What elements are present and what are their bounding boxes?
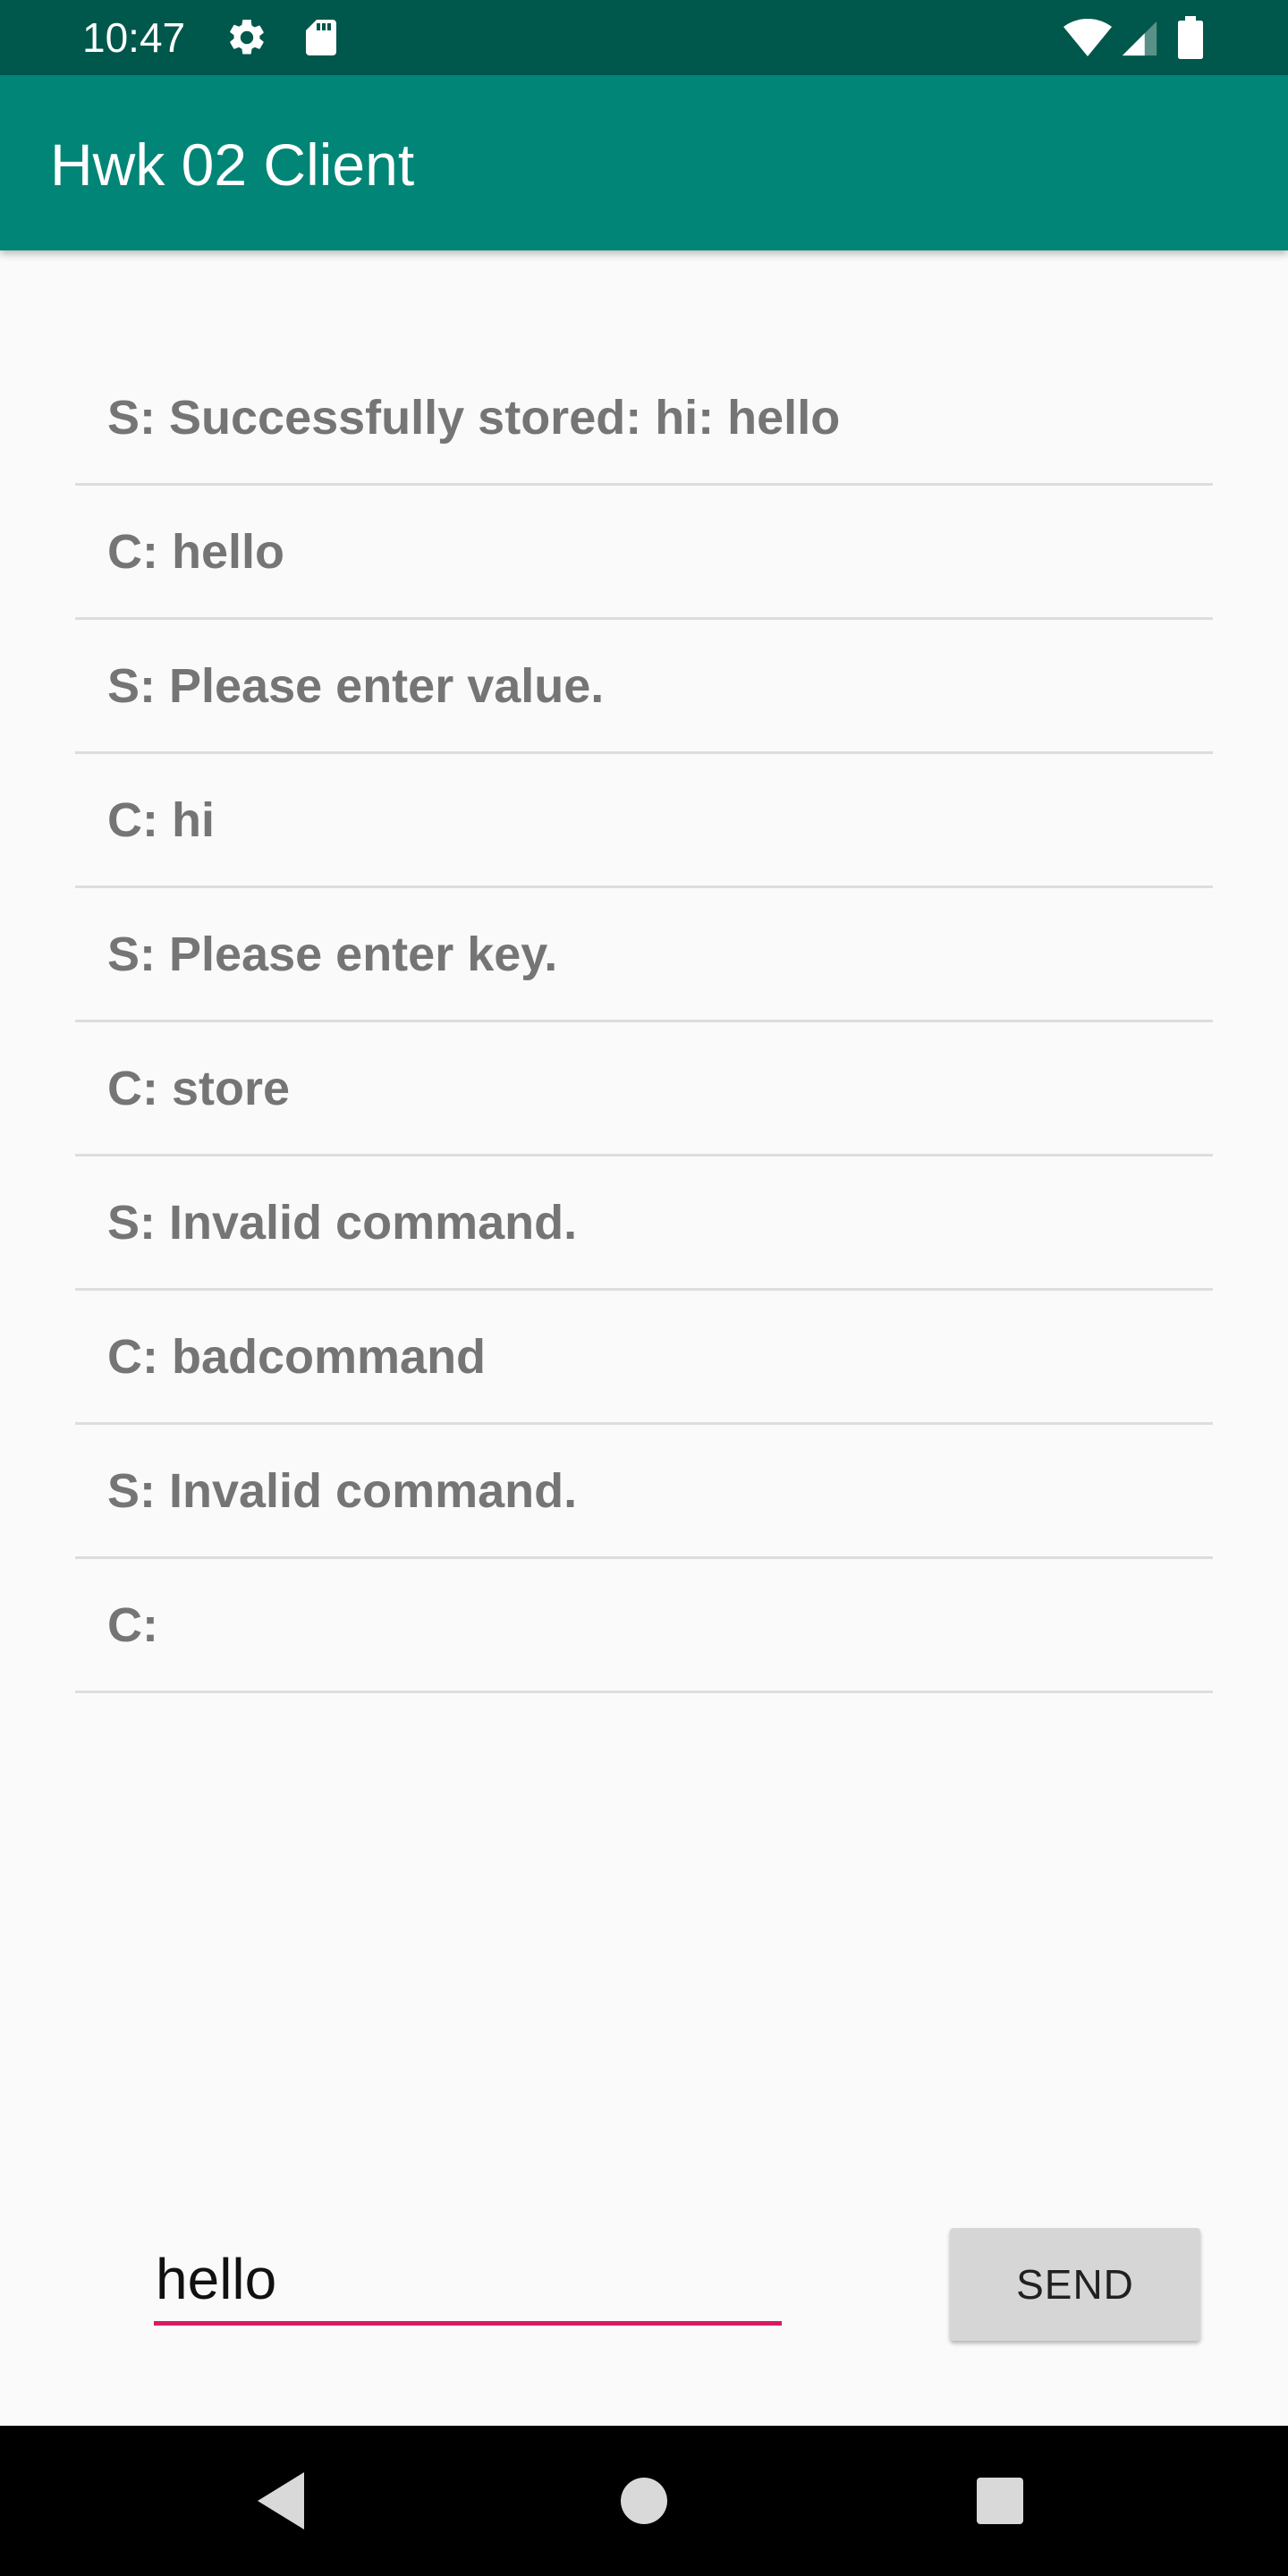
list-item[interactable]: C: hello [75,486,1213,620]
list-item[interactable]: S: Please enter value. [75,620,1213,754]
cell-signal-icon [1122,21,1157,56]
status-bar: 10:47 [0,0,1288,75]
navigation-bar [0,2426,1288,2576]
battery-icon [1178,16,1203,59]
message-input-container [154,2236,782,2330]
message-text: C: badcommand [107,1329,487,1384]
list-item[interactable]: S: Successfully stored: hi: hello [75,352,1213,486]
message-text: C: store [107,1061,291,1115]
message-text: C: hello [107,524,284,579]
message-text: S: Successfully stored: hi: hello [107,390,841,445]
app-title: Hwk 02 Client [50,131,415,198]
message-text: S: Please enter value. [107,658,605,713]
home-icon[interactable] [605,2462,683,2540]
message-input[interactable] [154,2236,782,2326]
wifi-icon [1063,19,1112,56]
message-text: C: hi [107,792,215,847]
recents-icon[interactable] [961,2462,1039,2540]
message-text: S: Please enter key. [107,927,558,981]
app-bar: Hwk 02 Client [0,75,1288,250]
send-button[interactable]: SEND [950,2228,1200,2341]
sd-card-icon [306,20,336,55]
message-text: C: [107,1597,158,1652]
list-item[interactable]: S: Invalid command. [75,1425,1213,1559]
list-item[interactable]: C: hi [75,754,1213,888]
message-text: S: Invalid command. [107,1463,578,1518]
back-icon[interactable] [243,2462,322,2540]
list-item[interactable]: S: Invalid command. [75,1157,1213,1291]
list-item[interactable]: C: [75,1559,1213,1693]
message-text: S: Invalid command. [107,1195,578,1250]
message-list[interactable]: S: Successfully stored: hi: hello C: hel… [75,352,1213,1693]
list-item[interactable]: C: store [75,1022,1213,1157]
list-item[interactable]: C: badcommand [75,1291,1213,1425]
gear-icon [230,19,264,55]
list-item[interactable]: S: Please enter key. [75,888,1213,1022]
status-time: 10:47 [82,14,186,61]
